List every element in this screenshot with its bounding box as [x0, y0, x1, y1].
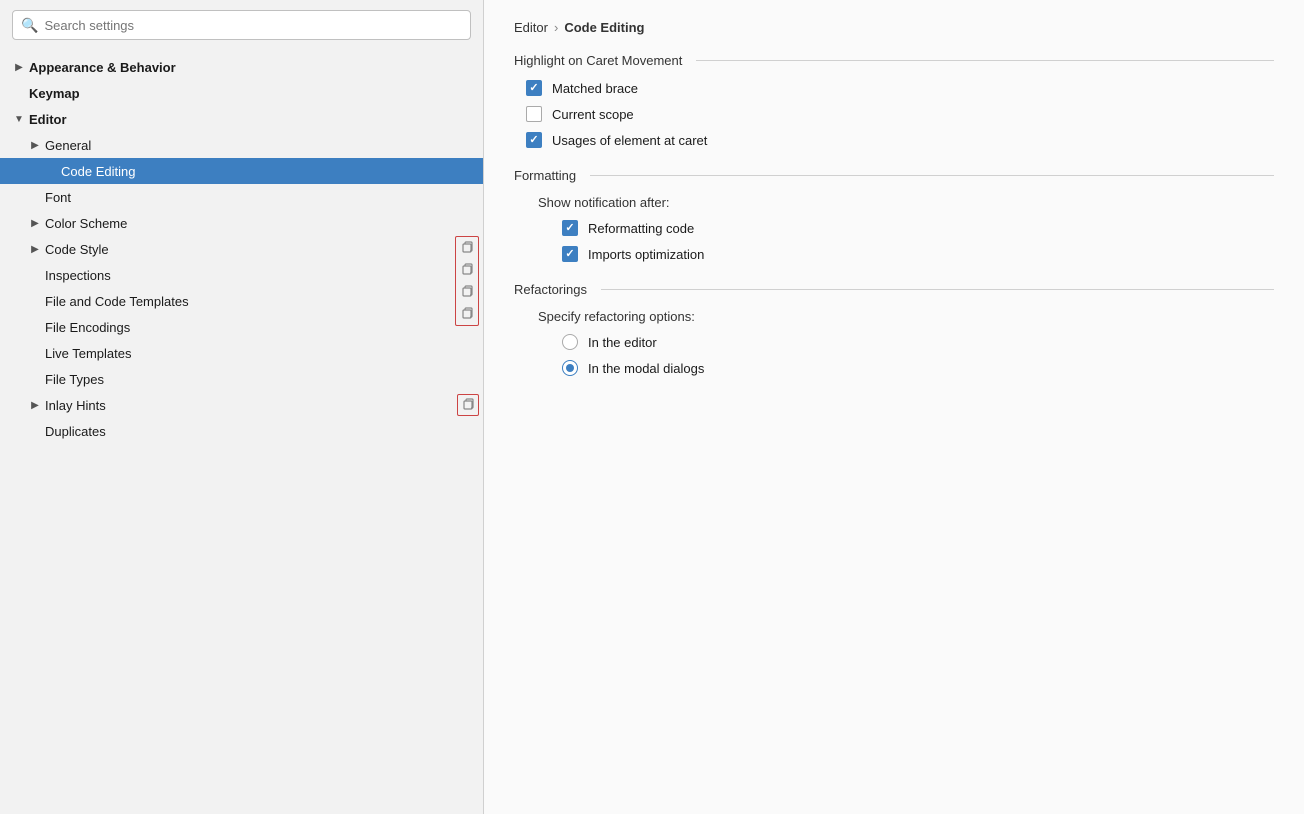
sidebar-item-label: File Encodings	[45, 320, 471, 335]
label-in-editor: In the editor	[588, 335, 657, 350]
checkbox-row-usages: Usages of element at caret	[526, 132, 1274, 148]
label-usages: Usages of element at caret	[552, 133, 707, 148]
section-formatting-content: Show notification after: Reformatting co…	[514, 195, 1274, 262]
sidebar-item-label: Inspections	[45, 268, 471, 283]
checkbox-imports[interactable]	[562, 246, 578, 262]
sidebar-item-file-types[interactable]: File Types	[0, 366, 483, 392]
sidebar-item-label: Appearance & Behavior	[29, 60, 471, 75]
sidebar-item-editor[interactable]: Editor	[0, 106, 483, 132]
sidebar-item-label: Font	[45, 190, 471, 205]
sidebar-item-label: File Types	[45, 372, 471, 387]
search-input[interactable]	[44, 18, 462, 33]
radio-in-editor[interactable]	[562, 334, 578, 350]
sidebar-item-inspections[interactable]: Inspections	[0, 262, 483, 288]
label-modal-dialogs: In the modal dialogs	[588, 361, 704, 376]
subsection-show-notification: Show notification after:	[526, 195, 1274, 210]
sidebar-item-file-encodings[interactable]: File Encodings	[0, 314, 483, 340]
checkbox-matched-brace[interactable]	[526, 80, 542, 96]
radio-modal-dialogs[interactable]	[562, 360, 578, 376]
sidebar-item-label: Keymap	[29, 86, 471, 101]
section-formatting-label: Formatting	[514, 168, 1274, 183]
sidebar-item-file-code-templates[interactable]: File and Code Templates	[0, 288, 483, 314]
checkbox-row-current-scope: Current scope	[526, 106, 1274, 122]
chevron-right-icon	[28, 398, 42, 412]
checkbox-row-matched-brace: Matched brace	[526, 80, 1274, 96]
left-panel: 🔍 Appearance & Behavior Keymap Editor Ge…	[0, 0, 484, 814]
section-highlight-label: Highlight on Caret Movement	[514, 53, 1274, 68]
sidebar-item-label: Live Templates	[45, 346, 471, 361]
sidebar-item-color-scheme[interactable]: Color Scheme	[0, 210, 483, 236]
sidebar-item-label: Editor	[29, 112, 471, 127]
tree-area: Appearance & Behavior Keymap Editor Gene…	[0, 50, 483, 814]
sidebar-item-duplicates[interactable]: Duplicates	[0, 418, 483, 444]
sidebar-item-live-templates[interactable]: Live Templates	[0, 340, 483, 366]
breadcrumb: Editor › Code Editing	[514, 20, 1274, 35]
formatting-sub-content: Reformatting code Imports optimization	[526, 220, 1274, 262]
copy-icon-inlay-hints[interactable]	[457, 394, 479, 416]
sidebar-item-label: Duplicates	[45, 424, 471, 439]
chevron-right-icon	[28, 138, 42, 152]
chevron-down-icon	[12, 112, 26, 126]
subsection-specify-refactoring: Specify refactoring options:	[526, 309, 1274, 324]
refactorings-sub-content: In the editor In the modal dialogs	[526, 334, 1274, 376]
sidebar-item-general[interactable]: General	[0, 132, 483, 158]
search-box[interactable]: 🔍	[12, 10, 471, 40]
checkbox-row-reformatting: Reformatting code	[562, 220, 1274, 236]
search-icon: 🔍	[21, 17, 38, 34]
label-current-scope: Current scope	[552, 107, 634, 122]
copy-icon-1[interactable]	[456, 237, 478, 259]
sidebar-item-font[interactable]: Font	[0, 184, 483, 210]
sidebar-item-appearance-behavior[interactable]: Appearance & Behavior	[0, 54, 483, 80]
radio-row-in-editor: In the editor	[562, 334, 1274, 350]
right-panel: Editor › Code Editing Highlight on Caret…	[484, 0, 1304, 814]
breadcrumb-arrow: ›	[554, 20, 558, 35]
checkbox-reformatting[interactable]	[562, 220, 578, 236]
checkbox-usages[interactable]	[526, 132, 542, 148]
sidebar-item-label: Code Style	[45, 242, 471, 257]
checkbox-current-scope[interactable]	[526, 106, 542, 122]
sidebar-item-label: General	[45, 138, 471, 153]
sidebar-item-label: File and Code Templates	[45, 294, 471, 309]
radio-row-modal-dialogs: In the modal dialogs	[562, 360, 1274, 376]
section-refactorings-content: Specify refactoring options: In the edit…	[514, 309, 1274, 376]
sidebar-item-label: Inlay Hints	[45, 398, 471, 413]
checkbox-row-imports: Imports optimization	[562, 246, 1274, 262]
chevron-right-icon	[28, 242, 42, 256]
section-highlight-content: Matched brace Current scope Usages of el…	[514, 80, 1274, 148]
chevron-right-icon	[12, 60, 26, 74]
sidebar-item-code-editing[interactable]: Code Editing	[0, 158, 483, 184]
search-box-wrap: 🔍	[0, 0, 483, 50]
sidebar-item-label: Code Editing	[61, 164, 471, 179]
label-matched-brace: Matched brace	[552, 81, 638, 96]
sidebar-item-keymap[interactable]: Keymap	[0, 80, 483, 106]
section-refactorings-label: Refactorings	[514, 282, 1274, 297]
sidebar-item-code-style[interactable]: Code Style	[0, 236, 483, 262]
breadcrumb-code-editing: Code Editing	[564, 20, 644, 35]
sidebar-item-inlay-hints[interactable]: Inlay Hints	[0, 392, 483, 418]
sidebar-item-label: Color Scheme	[45, 216, 471, 231]
label-imports: Imports optimization	[588, 247, 704, 262]
breadcrumb-editor: Editor	[514, 20, 548, 35]
chevron-right-icon	[28, 216, 42, 230]
label-reformatting: Reformatting code	[588, 221, 694, 236]
